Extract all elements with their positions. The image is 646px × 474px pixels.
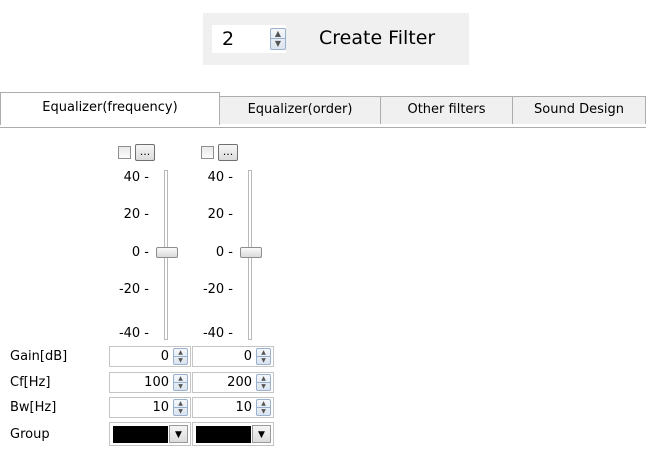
gain-field[interactable]: 0 ▲ ▼ [192,346,274,367]
spin-updown-icon[interactable]: ▲ ▼ [173,348,188,365]
spin-updown-icon[interactable]: ▲ ▼ [256,348,271,365]
scale-label: 40 - [123,170,149,185]
cf-field[interactable]: 200 ▲ ▼ [192,372,274,393]
group-color-select[interactable]: ▼ [192,422,274,446]
tab-equalizer-frequency[interactable]: Equalizer(frequency) [0,92,220,125]
scale-label: -40 - [118,326,149,341]
gain-label: Gain[dB] [10,349,68,364]
gain-slider-thumb[interactable] [156,247,178,258]
bw-field[interactable]: 10 ▲ ▼ [192,397,274,418]
spin-down-icon[interactable]: ▼ [271,39,285,49]
gain-field[interactable]: 0 ▲ ▼ [109,346,191,367]
tab-sound-design[interactable]: Sound Design [512,96,646,124]
scale-label: -40 - [202,326,233,341]
scale-label: -20 - [118,282,149,297]
tab-divider [0,127,646,128]
create-filter-bar: 2 ▲ ▼ Create Filter [203,13,469,65]
cf-value[interactable]: 200 [227,375,252,391]
spin-updown-icon[interactable]: ▲ ▼ [173,399,188,416]
scale-label: 20 - [123,207,149,222]
bw-field[interactable]: 10 ▲ ▼ [109,397,191,418]
channel-enable-checkbox[interactable] [201,146,214,159]
bw-value[interactable]: 10 [152,400,169,416]
group-color-select[interactable]: ▼ [109,422,191,446]
scale-label: -20 - [202,282,233,297]
spin-updown-icon[interactable]: ▲ ▼ [270,28,286,50]
cf-label: Cf[Hz] [10,375,51,390]
channel-options-button[interactable]: ... [218,144,238,161]
channel-options-button[interactable]: ... [135,144,155,161]
tab-bar: Equalizer(frequency) Equalizer(order) Ot… [0,92,646,128]
gain-slider-thumb[interactable] [240,247,262,258]
scale-label: 20 - [207,207,233,222]
bw-value[interactable]: 10 [235,400,252,416]
group-color-swatch [196,426,251,443]
tab-other-filters[interactable]: Other filters [380,96,513,124]
filter-count-stepper[interactable]: 2 ▲ ▼ [212,25,286,53]
spin-updown-icon[interactable]: ▲ ▼ [173,374,188,391]
channel-enable-checkbox[interactable] [118,146,131,159]
cf-field[interactable]: 100 ▲ ▼ [109,372,191,393]
gain-value[interactable]: 0 [161,349,169,365]
spin-updown-icon[interactable]: ▲ ▼ [256,374,271,391]
dropdown-arrow-icon[interactable]: ▼ [252,425,271,443]
scale-label: 40 - [207,170,233,185]
spin-up-icon[interactable]: ▲ [271,29,285,39]
scale-label: 0 - [131,245,149,260]
spin-updown-icon[interactable]: ▲ ▼ [256,399,271,416]
group-color-swatch [113,426,168,443]
bw-label: Bw[Hz] [10,400,57,415]
cf-value[interactable]: 100 [144,375,169,391]
gain-value[interactable]: 0 [244,349,252,365]
dropdown-arrow-icon[interactable]: ▼ [169,425,188,443]
filter-count-value[interactable]: 2 [222,28,234,50]
group-label: Group [10,427,50,442]
scale-label: 0 - [215,245,233,260]
tab-equalizer-order[interactable]: Equalizer(order) [219,96,381,124]
create-filter-button[interactable]: Create Filter [319,25,435,51]
